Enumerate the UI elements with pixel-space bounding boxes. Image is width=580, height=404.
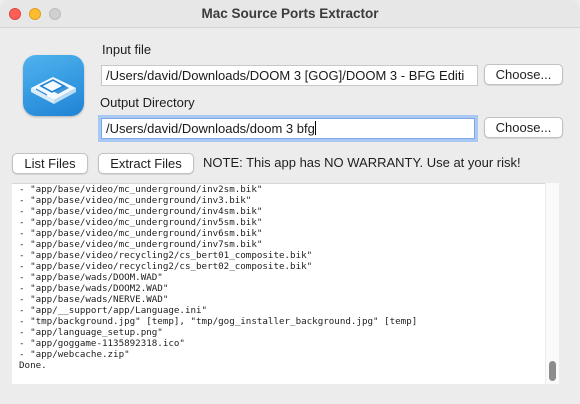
output-directory-value: /Users/david/Downloads/doom 3 bfg	[106, 121, 315, 136]
app-window: Mac Source Ports Extractor Input file /U…	[0, 0, 580, 404]
log-line: Done.	[19, 360, 47, 371]
log-scrollbar[interactable]	[545, 183, 559, 384]
choose-input-button[interactable]: Choose...	[484, 64, 563, 85]
log-line: - "app/base/video/mc_underground/inv7sm.…	[19, 239, 263, 250]
log-line: - "app/goggame-1135892318.ico"	[19, 338, 185, 349]
output-directory-field[interactable]: /Users/david/Downloads/doom 3 bfg	[101, 118, 475, 139]
log-scrollbar-thumb[interactable]	[549, 361, 556, 381]
log-line: - "app/base/wads/DOOM.WAD"	[19, 272, 163, 283]
log-line: - "app/webcache.zip"	[19, 349, 130, 360]
choose-output-button[interactable]: Choose...	[484, 117, 563, 138]
log-line: - "app/base/video/mc_underground/inv3.bi…	[19, 195, 252, 206]
log-line: - "app/language_setup.png"	[19, 327, 163, 338]
log-line: - "app/base/wads/DOOM2.WAD"	[19, 283, 169, 294]
extract-files-button[interactable]: Extract Files	[98, 153, 194, 174]
log-line: - "app/base/video/mc_underground/inv6sm.…	[19, 228, 263, 239]
title-bar[interactable]: Mac Source Ports Extractor	[0, 0, 580, 28]
log-line: - "app/__support/app/Language.ini"	[19, 305, 208, 316]
input-file-label: Input file	[102, 42, 152, 57]
log-line: - "app/base/video/recycling2/cs_bert01_c…	[19, 250, 313, 261]
log-line: - "app/base/wads/NERVE.WAD"	[19, 294, 169, 305]
log-line: - "app/base/video/mc_underground/inv2sm.…	[19, 184, 263, 195]
log-line: - "app/base/video/mc_underground/inv4sm.…	[19, 206, 263, 217]
window-title: Mac Source Ports Extractor	[201, 6, 379, 21]
input-file-field[interactable]: /Users/david/Downloads/DOOM 3 [GOG]/DOOM…	[101, 65, 478, 86]
floppy-disk-icon	[23, 55, 84, 116]
warranty-note: NOTE: This app has NO WARRANTY. Use at y…	[203, 155, 521, 170]
input-file-value: /Users/david/Downloads/DOOM 3 [GOG]/DOOM…	[106, 68, 465, 83]
log-lines: - "app/base/video/mc_underground/inv2sm.…	[19, 184, 417, 371]
text-caret	[314, 121, 316, 135]
log-line: - "tmp/background.jpg" [temp], "tmp/gog_…	[19, 316, 418, 327]
log-line: - "app/base/video/recycling2/cs_bert02_c…	[19, 261, 313, 272]
output-directory-label: Output Directory	[100, 95, 195, 110]
list-files-button[interactable]: List Files	[12, 153, 88, 174]
log-output[interactable]: - "app/base/video/mc_underground/inv2sm.…	[12, 183, 559, 384]
log-line: - "app/base/video/mc_underground/inv5sm.…	[19, 217, 263, 228]
